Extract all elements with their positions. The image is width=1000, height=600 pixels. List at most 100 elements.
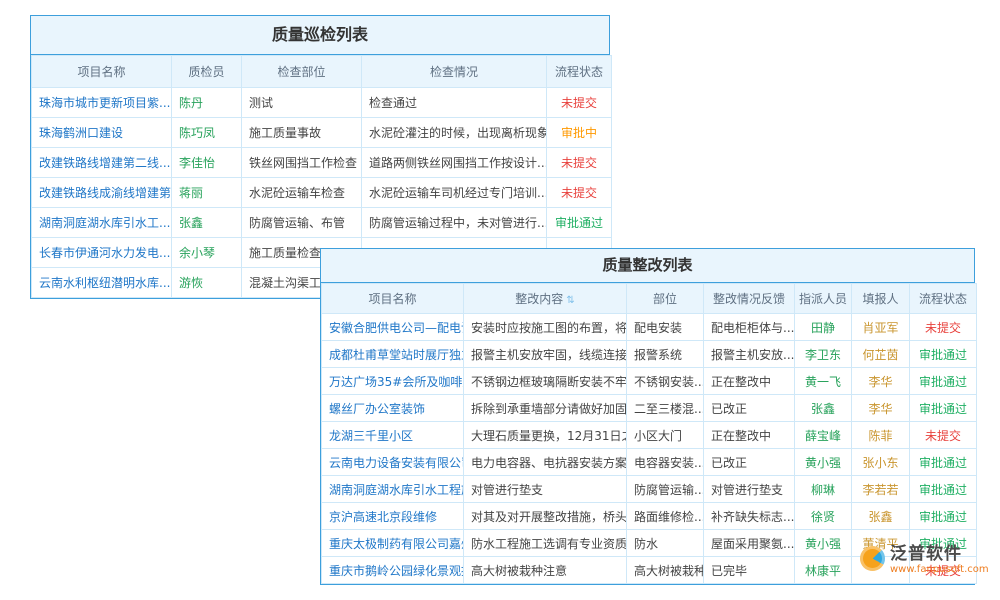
assignee-cell: 张鑫 [795, 395, 852, 422]
status-badge: 审批通过 [910, 449, 977, 476]
reporter-cell: 李华 [852, 368, 910, 395]
inspector-cell: 蒋丽 [172, 178, 242, 208]
inspection-header-row: 项目名称 质检员 检查部位 检查情况 流程状态 [32, 56, 612, 88]
brand-name: 泛普软件 [890, 544, 989, 564]
assignee-cell: 徐贤 [795, 503, 852, 530]
project-name-link[interactable]: 重庆太极制药有限公司嘉州中... [322, 530, 464, 557]
reporter-cell: 陈菲 [852, 422, 910, 449]
brand-url: www.fanpusoft.com [890, 564, 989, 576]
rectification-header-row: 项目名称 整改内容⇅ 部位 整改情况反馈 指派人员 填报人 流程状态 [322, 284, 977, 314]
rectification-part-cell: 防水 [627, 530, 704, 557]
column-header-project: 项目名称 [32, 56, 172, 88]
column-header-part: 部位 [627, 284, 704, 314]
status-badge: 未提交 [910, 314, 977, 341]
inspection-part-cell: 施工质量事故 [242, 118, 362, 148]
table-row: 湖南洞庭湖水库引水工程施工...对管进行垫支防腐管运输...对管进行垫支柳琳李若… [322, 476, 977, 503]
column-header-feedback: 整改情况反馈 [704, 284, 795, 314]
rectification-table: 项目名称 整改内容⇅ 部位 整改情况反馈 指派人员 填报人 流程状态 安徽合肥供… [321, 283, 977, 584]
column-header-part: 检查部位 [242, 56, 362, 88]
inspection-part-cell: 测试 [242, 88, 362, 118]
status-badge: 审批通过 [910, 503, 977, 530]
project-name-link[interactable]: 湖南洞庭湖水库引水工程施工... [322, 476, 464, 503]
project-name-link[interactable]: 改建铁路线增建第二线... [32, 148, 172, 178]
rectification-feedback-cell: 正在整改中 [704, 422, 795, 449]
inspection-situation-cell: 水泥砼灌注的时候，出现离析现象 [362, 118, 547, 148]
project-name-link[interactable]: 龙湖三千里小区 [322, 422, 464, 449]
project-name-link[interactable]: 安徽合肥供电公司—配电设备... [322, 314, 464, 341]
rectification-content-cell: 高大树被栽种注意 [464, 557, 627, 584]
inspector-cell: 游恢 [172, 268, 242, 298]
status-badge: 审批通过 [547, 208, 612, 238]
project-name-link[interactable]: 改建铁路线成渝线增建第... [32, 178, 172, 208]
status-badge: 审批通过 [910, 395, 977, 422]
project-name-link[interactable]: 珠海市城市更新项目紫... [32, 88, 172, 118]
sort-icon[interactable]: ⇅ [566, 295, 574, 306]
inspector-cell: 张鑫 [172, 208, 242, 238]
column-header-reporter: 填报人 [852, 284, 910, 314]
fanpu-logo-icon [860, 546, 885, 571]
project-name-link[interactable]: 珠海鹤洲口建设 [32, 118, 172, 148]
project-name-link[interactable]: 万达广场35#会所及咖啡厅空... [322, 368, 464, 395]
rectification-feedback-cell: 正在整改中 [704, 368, 795, 395]
table-row: 改建铁路线增建第二线...李佳怡铁丝网围挡工作检查道路两侧铁丝网围挡工作按设计.… [32, 148, 612, 178]
assignee-cell: 黄小强 [795, 530, 852, 557]
column-header-assignee: 指派人员 [795, 284, 852, 314]
inspection-part-cell: 水泥砼运输车检查 [242, 178, 362, 208]
rectification-feedback-cell: 配电柜柜体与... [704, 314, 795, 341]
rectification-content-cell: 电力电容器、电抗器安装方案,... [464, 449, 627, 476]
status-badge: 审批通过 [910, 476, 977, 503]
rectification-feedback-cell: 已改正 [704, 449, 795, 476]
project-name-link[interactable]: 湖南洞庭湖水库引水工... [32, 208, 172, 238]
assignee-cell: 黄一飞 [795, 368, 852, 395]
reporter-cell: 何芷茵 [852, 341, 910, 368]
assignee-cell: 田静 [795, 314, 852, 341]
column-header-status: 流程状态 [910, 284, 977, 314]
rectification-content-cell: 防水工程施工选调有专业资质... [464, 530, 627, 557]
inspector-cell: 余小琴 [172, 238, 242, 268]
project-name-link[interactable]: 成都杜甫草堂站时展厅独立展... [322, 341, 464, 368]
project-name-link[interactable]: 云南电力设备安装有限公司20... [322, 449, 464, 476]
inspection-situation-cell: 道路两侧铁丝网围挡工作按设计... [362, 148, 547, 178]
project-name-link[interactable]: 长春市伊通河水力发电... [32, 238, 172, 268]
rectification-content-cell: 安装时应按施工图的布置，将... [464, 314, 627, 341]
rectification-panel: 质量整改列表 项目名称 整改内容⇅ 部位 整改情况反馈 指派人员 填报人 流程状… [320, 248, 975, 585]
reporter-cell: 肖亚军 [852, 314, 910, 341]
table-row: 成都杜甫草堂站时展厅独立展...报警主机安放牢固，线缆连接...报警系统报警主机… [322, 341, 977, 368]
rectification-content-cell: 不锈钢边框玻璃隔断安装不牢... [464, 368, 627, 395]
table-row: 螺丝厂办公室装饰拆除到承重墙部分请做好加固...二至三楼混...已改正张鑫李华审… [322, 395, 977, 422]
rectification-feedback-cell: 已改正 [704, 395, 795, 422]
rectification-content-cell: 大理石质量更换，12月31日之... [464, 422, 627, 449]
status-badge: 审批通过 [910, 368, 977, 395]
column-header-inspector: 质检员 [172, 56, 242, 88]
project-name-link[interactable]: 云南水利枢纽潜明水库... [32, 268, 172, 298]
rectification-content-cell: 对其及对开展整改措施，桥头... [464, 503, 627, 530]
rectification-part-cell: 二至三楼混... [627, 395, 704, 422]
status-badge: 未提交 [547, 148, 612, 178]
table-row: 安徽合肥供电公司—配电设备...安装时应按施工图的布置，将...配电安装配电柜柜… [322, 314, 977, 341]
table-row: 珠海市城市更新项目紫...陈丹测试检查通过未提交 [32, 88, 612, 118]
rectification-feedback-cell: 对管进行垫支 [704, 476, 795, 503]
rectification-part-cell: 防腐管运输... [627, 476, 704, 503]
assignee-cell: 林康平 [795, 557, 852, 584]
rectification-part-cell: 路面维修检... [627, 503, 704, 530]
table-row: 云南电力设备安装有限公司20...电力电容器、电抗器安装方案,...电容器安装.… [322, 449, 977, 476]
brand-logo: 泛普软件 www.fanpusoft.com [860, 544, 989, 576]
inspection-situation-cell: 检查通过 [362, 88, 547, 118]
rectification-feedback-cell: 补齐缺失标志... [704, 503, 795, 530]
rectification-content-cell: 对管进行垫支 [464, 476, 627, 503]
status-badge: 未提交 [547, 88, 612, 118]
rectification-feedback-cell: 已完毕 [704, 557, 795, 584]
column-header-situation: 检查情况 [362, 56, 547, 88]
status-badge: 未提交 [910, 422, 977, 449]
project-name-link[interactable]: 京沪高速北京段维修 [322, 503, 464, 530]
rectification-content-cell: 拆除到承重墙部分请做好加固... [464, 395, 627, 422]
inspection-panel-title: 质量巡检列表 [31, 16, 609, 55]
column-header-content-label: 整改内容 [515, 292, 563, 306]
project-name-link[interactable]: 重庆市鹅岭公园绿化景观提升... [322, 557, 464, 584]
table-row: 改建铁路线成渝线增建第...蒋丽水泥砼运输车检查水泥砼运输车司机经过专门培训..… [32, 178, 612, 208]
inspection-situation-cell: 水泥砼运输车司机经过专门培训... [362, 178, 547, 208]
table-row: 京沪高速北京段维修对其及对开展整改措施，桥头...路面维修检...补齐缺失标志.… [322, 503, 977, 530]
rectification-part-cell: 小区大门 [627, 422, 704, 449]
project-name-link[interactable]: 螺丝厂办公室装饰 [322, 395, 464, 422]
column-header-project: 项目名称 [322, 284, 464, 314]
